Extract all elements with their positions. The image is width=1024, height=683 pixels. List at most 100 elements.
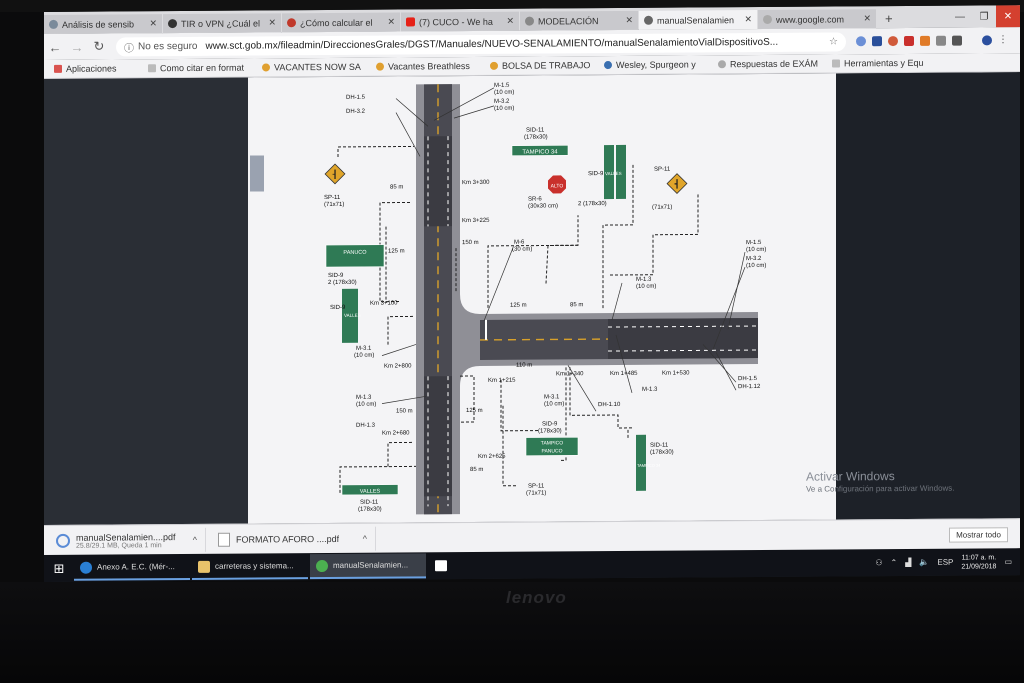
extension-icon[interactable] — [872, 36, 882, 47]
chevron-up-icon[interactable]: ^ — [363, 534, 367, 544]
label-sid9-right: SID-9 — [588, 171, 604, 177]
chevron-up-icon[interactable]: ⌃ — [891, 558, 898, 567]
sign-text: PANUCO — [343, 250, 367, 256]
label-dh32: DH-3.2 — [346, 109, 366, 115]
tab-analisis[interactable]: Análisis de sensib ✕ — [44, 14, 162, 34]
close-icon[interactable]: ✕ — [625, 15, 633, 26]
sign-text: TAMPICO — [541, 440, 564, 446]
close-icon[interactable]: ✕ — [863, 13, 871, 24]
label-km3100: Km 3+100 — [370, 301, 398, 307]
profile-avatar[interactable] — [982, 35, 992, 46]
clock[interactable]: 11:07 a. m. 21/09/2018 — [961, 553, 996, 571]
bookmark-citar[interactable]: Como citar en format — [148, 63, 252, 74]
chevron-up-icon[interactable]: ^ — [193, 535, 197, 545]
label-m15-right-sub: (10 cm) — [746, 247, 766, 253]
new-tab-button[interactable]: + — [877, 9, 901, 28]
tab-tir-vpn[interactable]: TIR o VPN ¿Cuál el ✕ — [163, 13, 281, 34]
warning-sign-left: ┨ — [324, 163, 346, 185]
vertical-crosswalk-zone — [424, 136, 452, 227]
label-km3225: Km 3+225 — [462, 218, 490, 224]
bookmark-aplicaciones[interactable]: Aplicaciones — [54, 63, 138, 74]
taskbar-chrome[interactable]: manualSenalamien... — [310, 553, 426, 580]
close-icon[interactable]: ✕ — [149, 18, 157, 29]
globe-icon — [604, 61, 612, 70]
label-km1215: Km 1+215 — [488, 378, 516, 384]
minimize-icon[interactable]: — — [948, 6, 972, 28]
tab-como-calcular[interactable]: ¿Cómo calcular el ✕ — [282, 12, 400, 33]
download-item-formato[interactable]: FORMATO AFORO ....pdf ^ — [206, 526, 376, 552]
label-km1340: Km 1+340 — [556, 371, 584, 377]
pdf-page[interactable]: TAMPICO 34 ┨ ┫ ALTO PANUCO TAMPICO PANUC… — [248, 73, 836, 524]
tab-manual-senalamiento[interactable]: manualSenalamien ✕ — [639, 10, 757, 30]
bookmark-vacantes-breathless[interactable]: Vacantes Breathless — [376, 61, 480, 72]
bookmark-wesley[interactable]: Wesley, Spurgeon y — [604, 59, 708, 70]
extension-icon[interactable] — [936, 35, 946, 46]
extension-icon[interactable] — [952, 35, 962, 46]
label-km1530: Km 1+530 — [662, 370, 690, 376]
label-km2625: Km 2+625 — [478, 454, 506, 460]
label-85m-h: 85 m — [570, 302, 583, 308]
people-icon[interactable]: ⚇ — [875, 558, 882, 567]
maximize-icon[interactable]: ❐ — [972, 5, 996, 27]
label-dh15-right: DH-1.5 — [738, 376, 758, 382]
bookmark-herramientas[interactable]: Herramientas y Equ — [832, 58, 936, 69]
volume-icon[interactable]: 🔈 — [919, 558, 929, 567]
bookmark-respuestas[interactable]: Respuestas de EXÁM — [718, 59, 822, 70]
reload-icon[interactable]: ↻ — [88, 39, 110, 55]
store-icon[interactable] — [428, 553, 454, 578]
network-icon[interactable]: ▟ — [905, 558, 911, 567]
close-icon[interactable]: ✕ — [268, 17, 276, 28]
close-icon[interactable]: ✕ — [744, 14, 752, 25]
tab-cuco[interactable]: (7) CUCO - We ha ✕ — [401, 11, 519, 32]
intersection-drawing: TAMPICO 34 ┨ ┫ ALTO PANUCO TAMPICO PANUC… — [324, 83, 766, 515]
label-sid9-vert: SID-9 — [330, 305, 346, 311]
clock-date: 21/09/2018 — [961, 562, 997, 571]
extension-icon[interactable] — [856, 36, 866, 47]
thumbnail-panel-toggle[interactable] — [250, 155, 264, 192]
back-arrow-icon[interactable]: ← — [44, 39, 66, 54]
language-indicator[interactable]: ESP — [937, 558, 953, 567]
tab-modelacion[interactable]: MODELACIÓN ✕ — [520, 10, 638, 31]
sign-text: TAMPICO 34 — [637, 463, 661, 468]
download-name: manualSenalamien....pdf — [76, 531, 176, 543]
forward-arrow-icon[interactable]: → — [66, 39, 88, 54]
stop-sign-alto: ALTO — [548, 175, 566, 194]
svg-text:┫: ┫ — [674, 179, 680, 189]
file-icon — [218, 532, 230, 547]
bookmark-vacantes-now[interactable]: VACANTES NOW SA — [262, 62, 366, 73]
close-icon[interactable]: ✕ — [387, 17, 395, 28]
clock-time: 11:07 a. m. — [961, 553, 997, 562]
taskbar-edge[interactable]: Anexo A. E.C. (Mér-... — [74, 554, 190, 581]
extension-icon[interactable] — [888, 36, 898, 47]
tab-google[interactable]: www.google.com ✕ — [758, 9, 876, 30]
show-all-button[interactable]: Mostrar todo — [949, 526, 1008, 543]
extension-icon[interactable] — [904, 35, 914, 46]
extension-icon[interactable] — [920, 35, 930, 46]
label-sid11-bottom-left-sub: (178x30) — [358, 507, 382, 513]
label-sid11-sub: (178x30) — [524, 134, 548, 140]
label-125m-b: 125 m — [466, 408, 483, 414]
windows-start-icon[interactable]: ⊞ — [44, 555, 74, 582]
bookmark-bolsa-trabajo[interactable]: BOLSA DE TRABAJO — [490, 60, 594, 71]
menu-icon[interactable]: ⋮ — [998, 34, 1008, 45]
url-input[interactable]: ⓘ No es seguro www.sct.gob.mx/fileadmin/… — [116, 31, 846, 56]
notification-icon[interactable]: ▭ — [1004, 557, 1012, 566]
window-close-icon[interactable]: ✕ — [996, 5, 1020, 28]
label-m32: M-3.2 — [494, 99, 510, 105]
windows-activation-title: Activar Windows — [806, 469, 895, 484]
download-meta: 25.8/29.1 MB, Queda 1 min — [76, 541, 162, 550]
label-dh15: DH-1.5 — [346, 95, 366, 101]
label-sid11-right: SID-11 — [650, 443, 669, 449]
label-85m: 85 m — [390, 184, 403, 190]
taskbar-folder[interactable]: carreteras y sistema... — [192, 554, 308, 580]
info-icon[interactable]: ⓘ — [124, 39, 134, 54]
close-icon[interactable]: ✕ — [506, 16, 514, 27]
extension-icons: ⋮ — [856, 34, 1008, 47]
label-km2800: Km 2+800 — [384, 363, 412, 369]
label-m15: M-1.5 — [494, 83, 510, 89]
star-icon[interactable]: ☆ — [829, 36, 838, 47]
label-sp11-right-sub: (71x71) — [652, 205, 672, 211]
download-item-manual[interactable]: manualSenalamien....pdf 25.8/29.1 MB, Qu… — [44, 527, 206, 553]
label-sp11-right: SP-11 — [654, 167, 671, 173]
system-tray: ⚇ ⌃ ▟ 🔈 ESP 11:07 a. m. 21/09/2018 ▭ — [875, 553, 1012, 572]
